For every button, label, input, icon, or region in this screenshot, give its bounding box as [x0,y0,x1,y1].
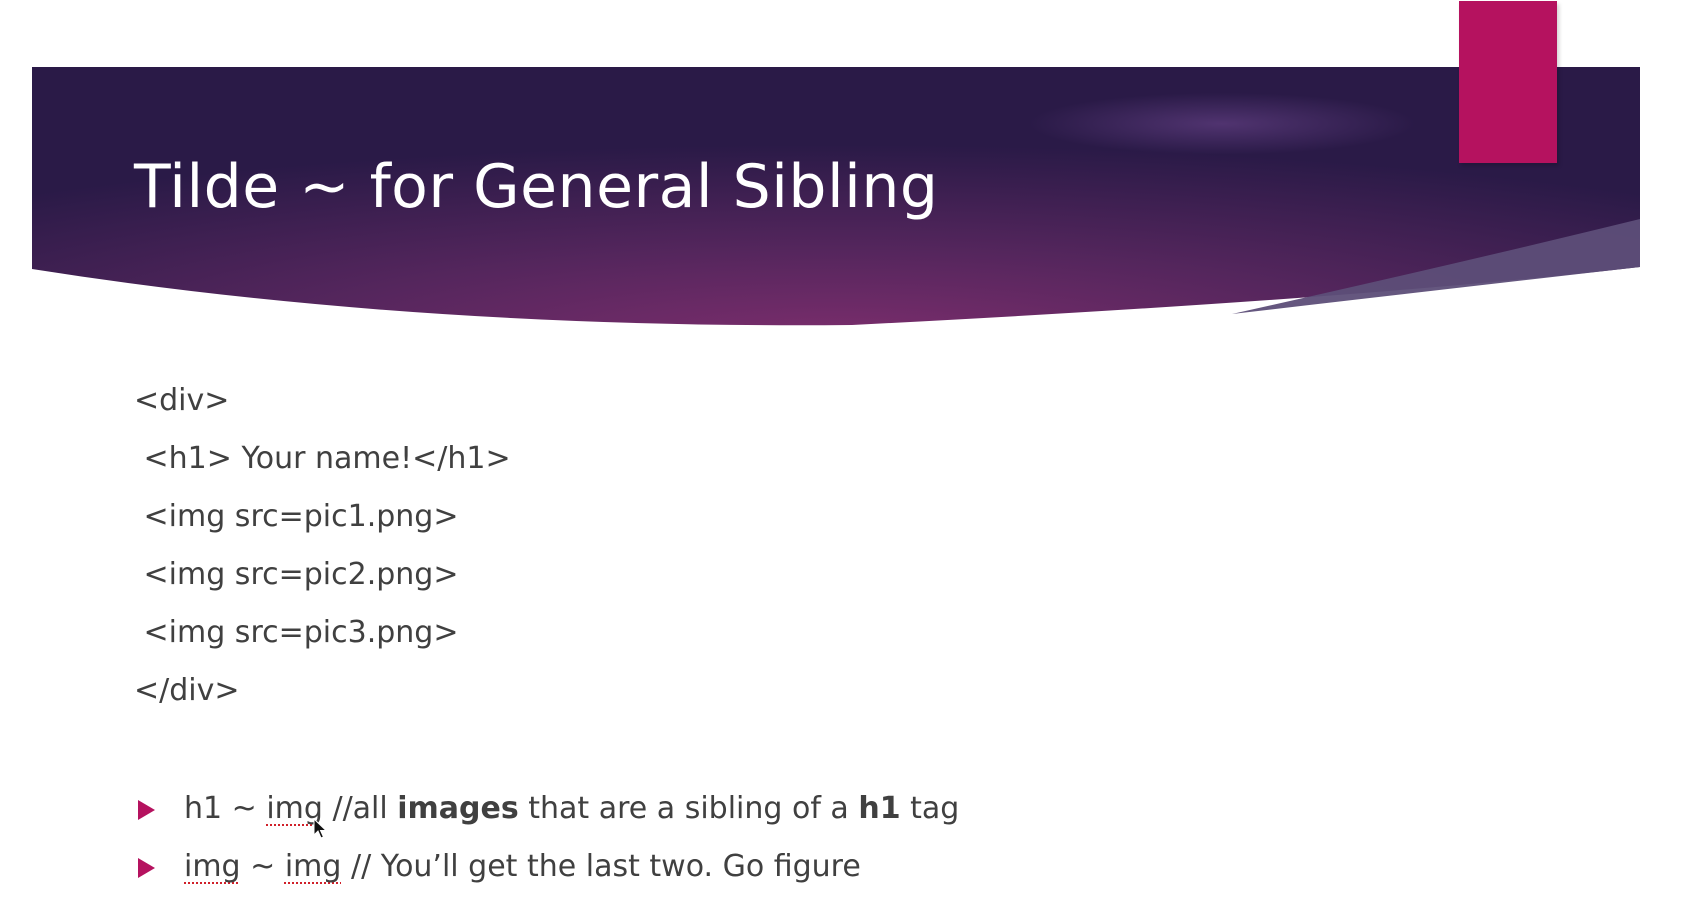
spellcheck-word: img [284,849,342,884]
text-run: that are a sibling of a [518,791,859,826]
triangle-right-icon [138,858,155,878]
text-run: ~ [240,849,285,884]
spellcheck-word: img [184,849,241,884]
bold-text: images [397,791,519,826]
slide-title: Tilde ~ for General Sibling [134,152,939,222]
bold-text: h1 [858,791,901,826]
text-run: //all [322,791,398,826]
triangle-right-icon [138,800,155,820]
code-block: <div> <h1> Your name!</h1> <img src=pic1… [134,372,511,720]
text-run: // You’ll get the last two. Go figure [341,849,861,884]
code-line: <div> [134,383,230,418]
text-run: tag [900,791,960,826]
code-line: <img src=pic1.png> [134,499,459,534]
code-line: <img src=pic2.png> [134,557,459,592]
text-run: h1 ~ [184,791,267,826]
accent-tab [1459,1,1557,163]
slide: Tilde ~ for General Sibling <div> <h1> Y… [0,0,1684,906]
code-line: </div> [134,673,240,708]
bullet-text: img ~ img // You’ll get the last two. Go… [184,838,861,896]
bullet-text: h1 ~ img //all images that are a sibling… [184,780,959,838]
mouse-pointer-icon [313,818,327,839]
code-line: <img src=pic3.png> [134,615,459,650]
code-line: <h1> Your name!</h1> [134,441,511,476]
